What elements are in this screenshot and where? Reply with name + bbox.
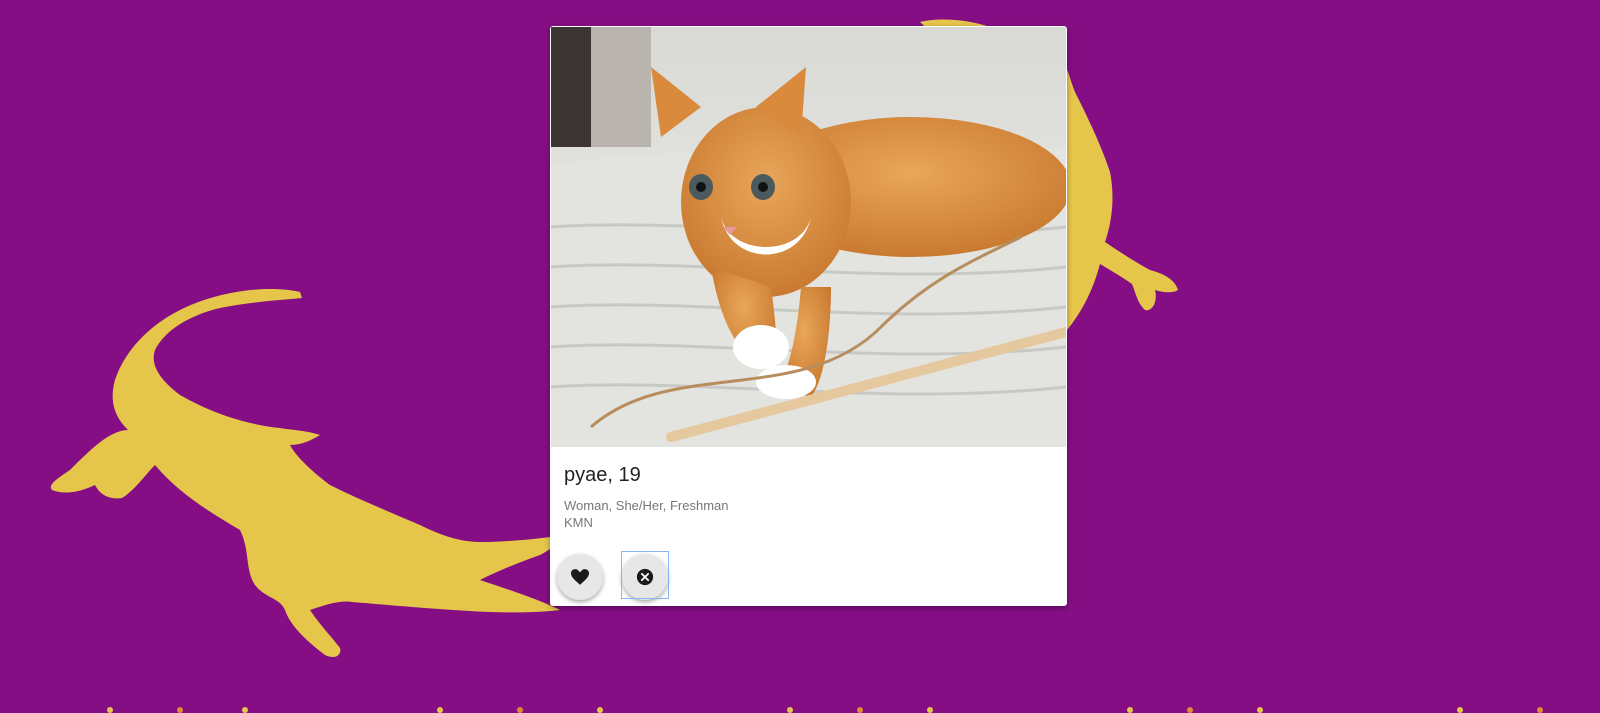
pass-button[interactable] <box>622 554 668 600</box>
gator-silhouette-left <box>50 289 565 658</box>
profile-photo <box>551 27 1066 447</box>
heart-icon <box>571 569 589 585</box>
profile-group: KMN <box>564 515 593 530</box>
profile-name-age: pyae, 19 <box>564 464 641 486</box>
bottom-decoration <box>107 707 1543 713</box>
profile-identity: Woman, She/Her, Freshman <box>564 498 729 513</box>
profile-card: pyae, 19 Woman, She/Her, Freshman KMN <box>550 26 1067 606</box>
profile-details: Woman, She/Her, Freshman KMN <box>564 497 729 531</box>
like-button[interactable] <box>557 554 603 600</box>
close-circle-icon <box>636 568 654 586</box>
